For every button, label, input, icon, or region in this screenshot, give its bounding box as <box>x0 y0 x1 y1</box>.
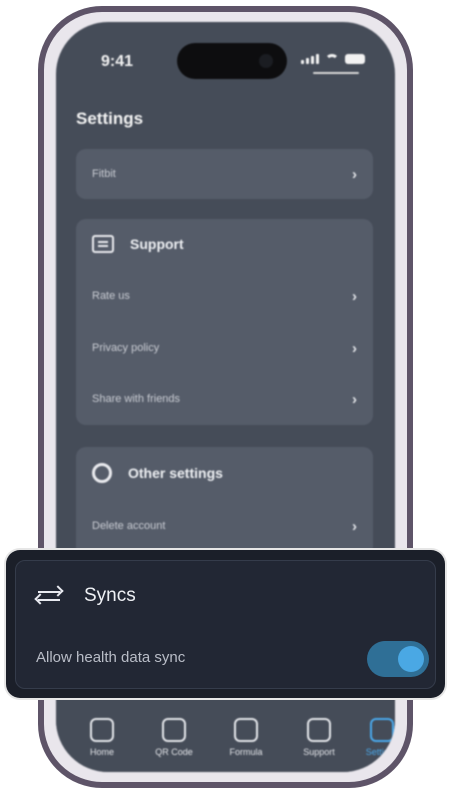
toggle-knob <box>398 646 424 672</box>
dynamic-island <box>177 43 287 79</box>
tab-label: Home <box>89 747 114 757</box>
support-header: Support <box>92 235 184 253</box>
settings-item-rate-us[interactable]: Rate us › <box>92 285 357 307</box>
home-icon <box>90 718 114 742</box>
syncs-popup: Syncs Allow health data sync <box>6 550 445 698</box>
settings-item-share[interactable]: Share with friends › <box>92 388 357 410</box>
settings-sliders-icon <box>370 718 394 742</box>
chevron-right-icon: › <box>352 390 357 408</box>
chevron-right-icon: › <box>352 165 357 183</box>
syncs-header: Syncs <box>34 585 136 607</box>
syncs-title: Syncs <box>84 585 136 606</box>
tab-label: QR Code <box>155 747 193 757</box>
syncs-card: Syncs Allow health data sync <box>15 560 436 689</box>
tab-qr-code[interactable]: QR Code <box>144 718 204 757</box>
formula-icon <box>234 718 258 742</box>
page-title: Settings <box>76 109 144 128</box>
wifi-icon <box>325 54 339 64</box>
settings-item-fitbit[interactable]: Fitbit › <box>92 163 357 185</box>
other-settings-header: Other settings <box>92 463 223 483</box>
section-title: Support <box>130 236 184 252</box>
chevron-right-icon: › <box>352 517 357 535</box>
system-icons <box>301 54 365 64</box>
swap-arrows-icon <box>34 585 64 606</box>
health-sync-toggle[interactable] <box>367 641 429 677</box>
qr-code-icon <box>162 718 186 742</box>
status-bar: 9:41 <box>56 22 395 92</box>
tab-home[interactable]: Home <box>72 718 132 757</box>
support-card: Support Rate us › Privacy policy › Share… <box>76 219 373 425</box>
status-time: 9:41 <box>101 53 134 70</box>
battery-icon <box>345 54 365 64</box>
account-card: Fitbit › <box>76 149 373 199</box>
signal-icon <box>301 54 319 64</box>
chevron-right-icon: › <box>352 339 357 357</box>
other-settings-card: Other settings Delete account › <box>76 447 373 557</box>
tab-label: Support <box>303 747 335 757</box>
settings-item-delete-account[interactable]: Delete account › <box>92 515 357 537</box>
row-label: Fitbit <box>92 168 116 180</box>
tab-label: Formula <box>229 747 263 757</box>
tab-label: Settings <box>365 747 395 757</box>
tab-formula[interactable]: Formula <box>216 718 276 757</box>
row-label: Rate us <box>92 290 130 302</box>
support-icon <box>307 718 331 742</box>
status-underline <box>313 72 359 74</box>
row-label: Delete account <box>92 520 166 532</box>
gear-icon <box>92 463 112 483</box>
tab-settings[interactable]: Settings <box>352 718 395 757</box>
camera-icon <box>259 54 273 68</box>
settings-item-privacy-policy[interactable]: Privacy policy › <box>92 337 357 359</box>
chevron-right-icon: › <box>352 287 357 305</box>
row-label: Privacy policy <box>92 342 160 354</box>
section-title: Other settings <box>128 465 223 481</box>
tab-support[interactable]: Support <box>289 718 349 757</box>
chat-bubble-icon <box>92 235 114 253</box>
row-label: Share with friends <box>92 393 181 405</box>
allow-health-sync-label: Allow health data sync <box>36 649 186 666</box>
